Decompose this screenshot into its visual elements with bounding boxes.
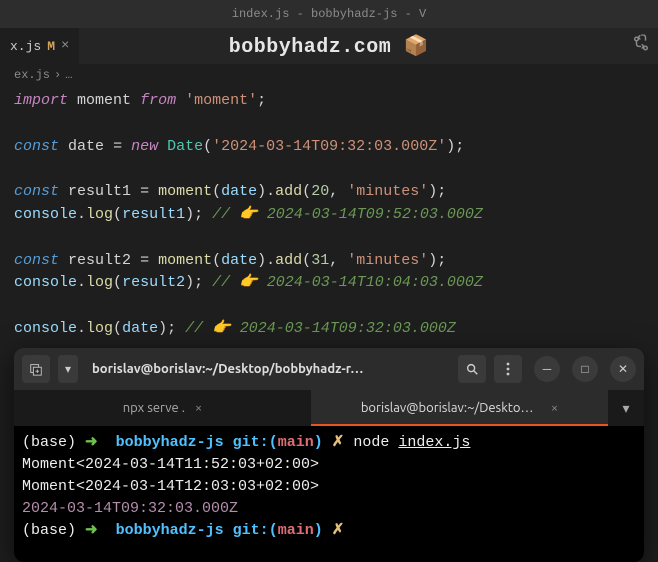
window-title: index.js - bobbyhadz-js - V: [232, 7, 426, 21]
editor-tabbar: x.js M × bobbyhadz.com 📦: [0, 28, 658, 64]
terminal-tab-2[interactable]: borislav@borislav:~/Desktop/b… ×: [311, 390, 608, 426]
terminal-tab-1[interactable]: npx serve . ×: [14, 390, 311, 426]
tab-modified-indicator: M: [47, 39, 55, 54]
chevron-right-icon: ›: [54, 68, 61, 82]
terminal-titlebar: ▾ borislav@borislav:~/Desktop/bobbyhadz-…: [14, 348, 644, 390]
terminal-tab-menu-icon[interactable]: ▾: [608, 390, 644, 426]
menu-icon[interactable]: [494, 355, 522, 383]
terminal-output[interactable]: (base) ➜ bobbyhadz-js git:(main) ✗ node …: [14, 426, 644, 562]
terminal-tab-close-icon[interactable]: ×: [195, 401, 202, 415]
code-editor[interactable]: import moment from 'moment'; const date …: [0, 86, 658, 345]
maximize-icon[interactable]: □: [572, 356, 598, 382]
terminal-tab-close-icon[interactable]: ×: [551, 401, 558, 415]
breadcrumb[interactable]: ex.js › …: [0, 64, 658, 86]
watermark-text: bobbyhadz.com 📦: [0, 28, 658, 64]
vscode-titlebar: index.js - bobbyhadz-js - V: [0, 0, 658, 28]
terminal-window: ▾ borislav@borislav:~/Desktop/bobbyhadz-…: [14, 348, 644, 562]
terminal-newtab-icon[interactable]: [22, 355, 50, 383]
git-compare-icon[interactable]: [632, 35, 650, 58]
search-icon[interactable]: [458, 355, 486, 383]
breadcrumb-more: …: [65, 68, 72, 82]
minimize-icon[interactable]: ─: [534, 356, 560, 382]
terminal-title: borislav@borislav:~/Desktop/bobbyhadz-r…: [86, 362, 450, 376]
terminal-dropdown-icon[interactable]: ▾: [58, 355, 78, 383]
terminal-tabs: npx serve . × borislav@borislav:~/Deskto…: [14, 390, 644, 426]
close-icon[interactable]: ✕: [610, 356, 636, 382]
editor-tab-indexjs[interactable]: x.js M ×: [0, 28, 80, 64]
breadcrumb-file: ex.js: [14, 68, 50, 82]
tab-close-icon[interactable]: ×: [61, 38, 69, 54]
tab-filename: x.js: [10, 39, 41, 54]
